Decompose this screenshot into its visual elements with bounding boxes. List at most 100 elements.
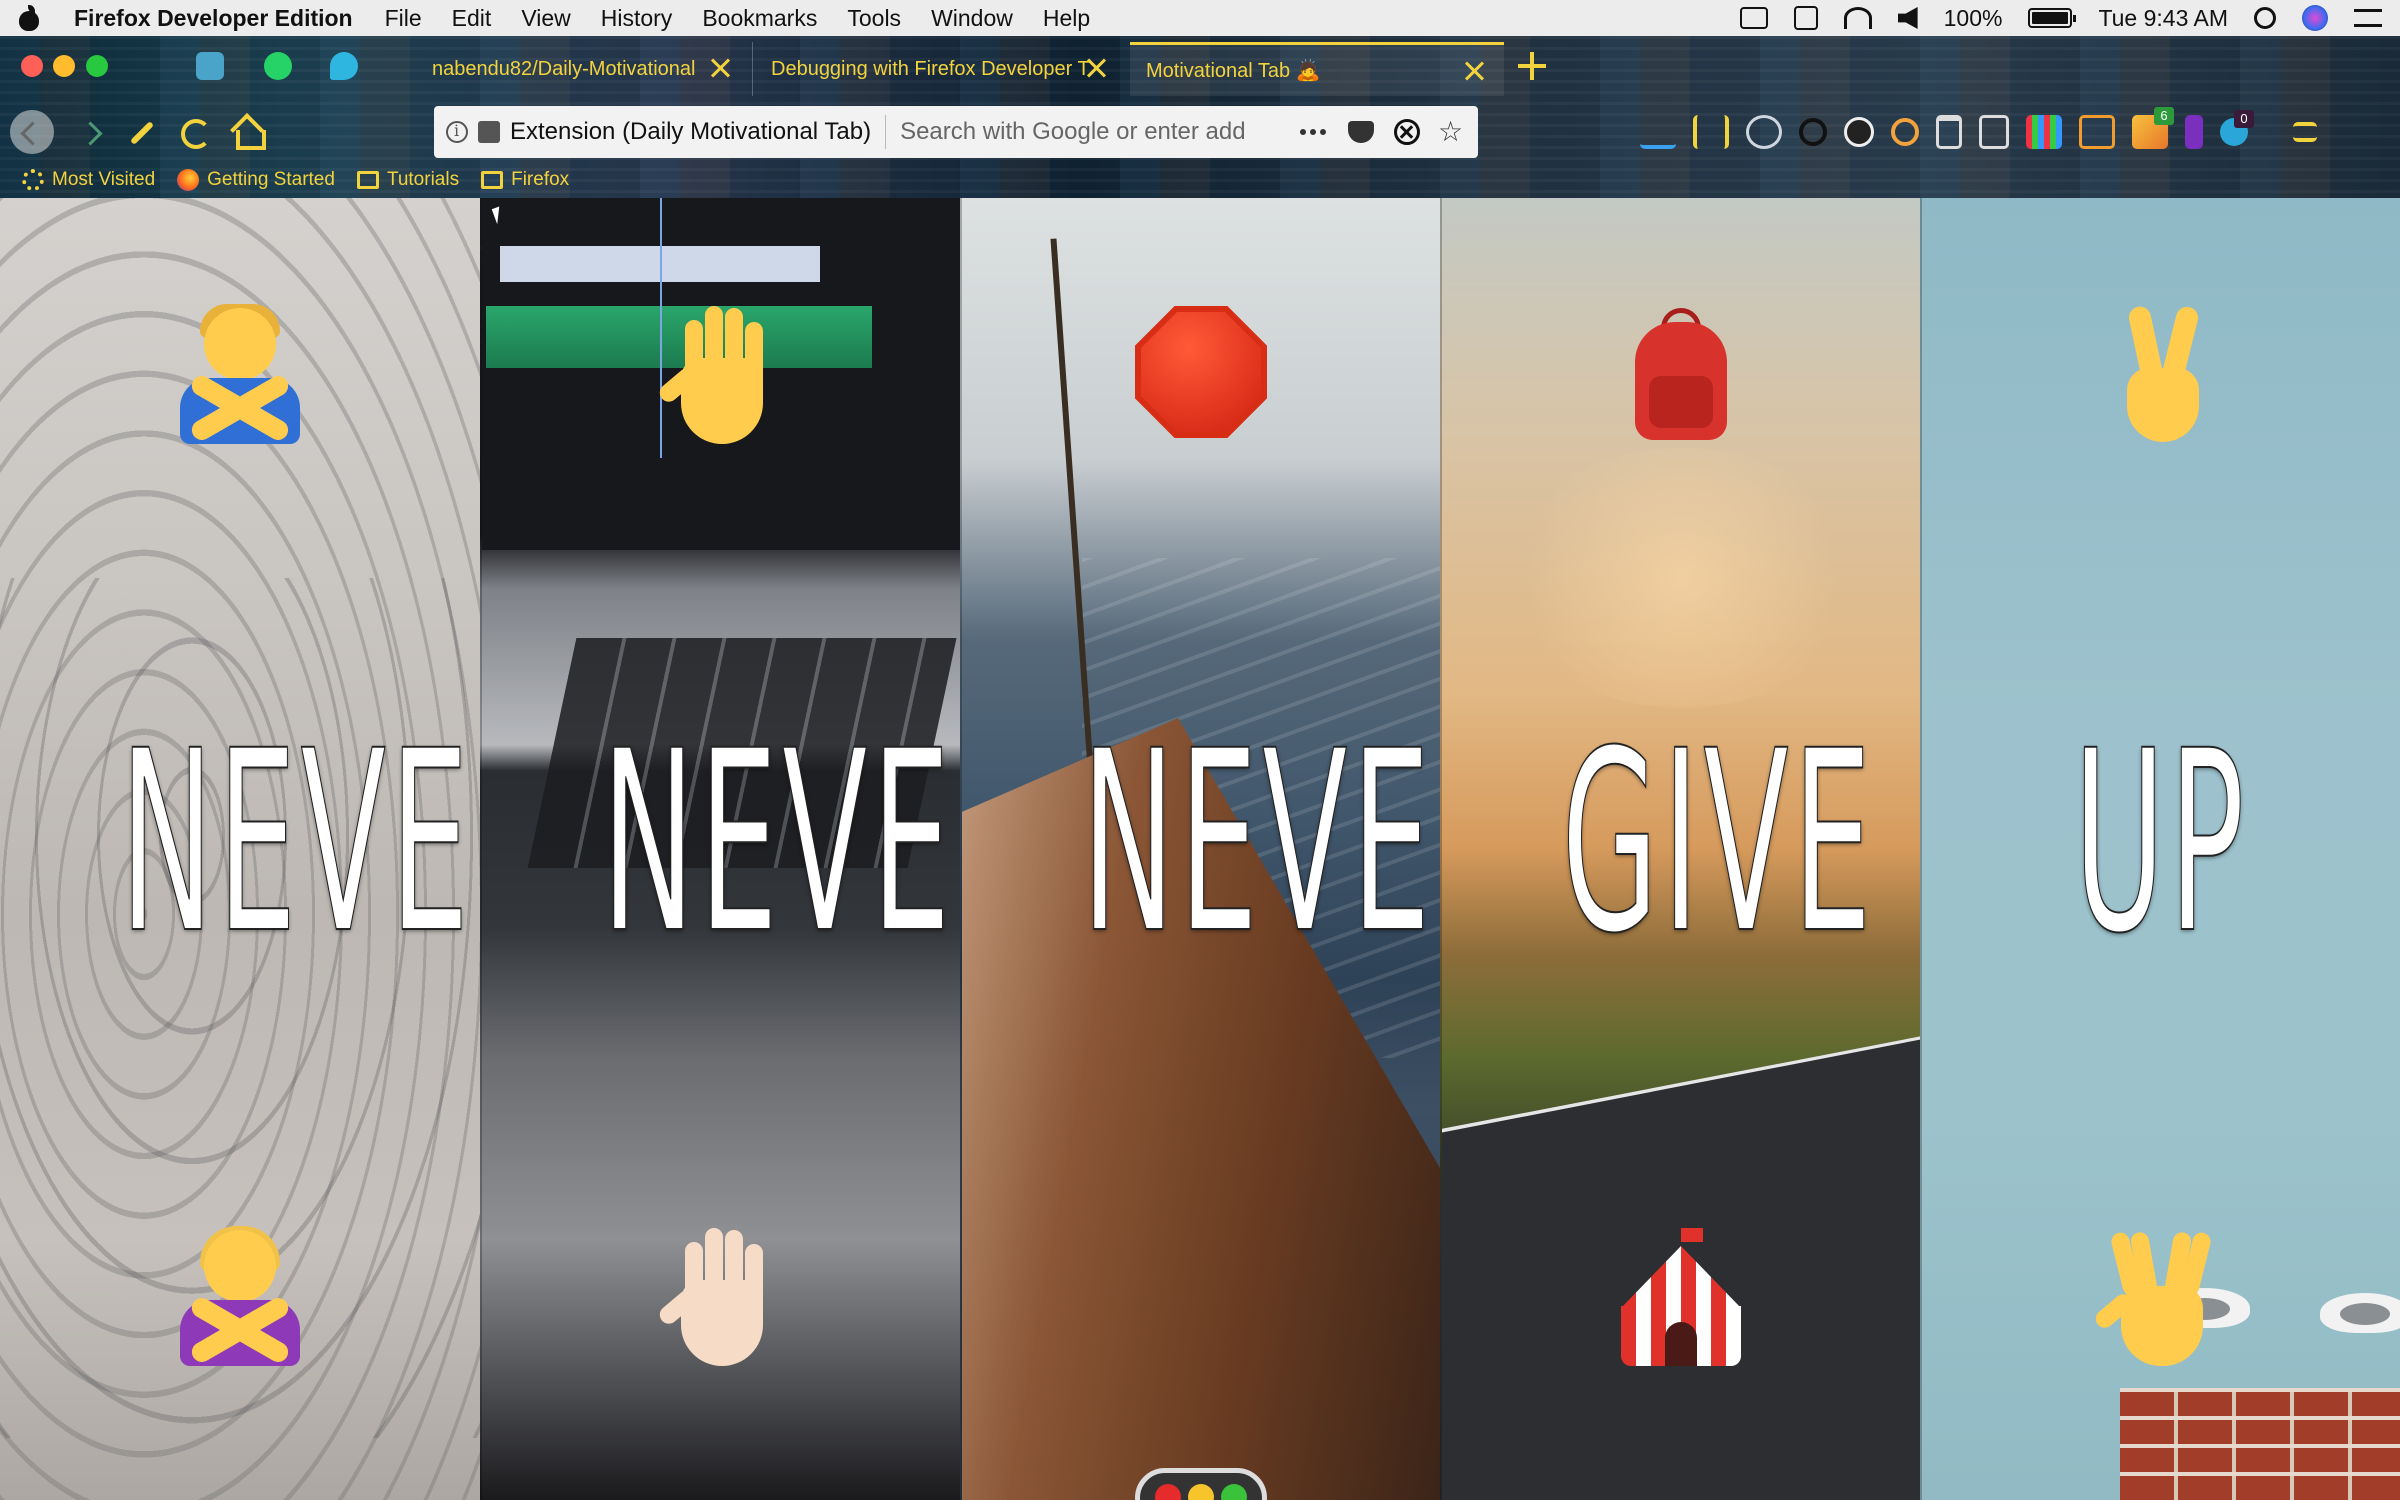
circus-tent-emoji-icon [1611,1228,1751,1368]
menu-window[interactable]: Window [931,5,1013,32]
menu-history[interactable]: History [601,5,673,32]
menu-help[interactable]: Help [1043,5,1090,32]
reload-button[interactable] [172,110,216,154]
pinned-tab-3[interactable] [330,52,358,80]
bookmark-label: Most Visited [52,169,156,190]
tab-strip: nabendu82/Daily-Motivational Debugging w… [0,36,2400,96]
volume-icon[interactable] [1897,7,1918,29]
close-window-button[interactable] [21,55,43,77]
tab-label: Debugging with Firefox Developer T [771,57,1090,80]
motivational-word: GIVE [1561,697,1876,988]
stop-loading-icon[interactable] [1394,119,1420,145]
vulcan-salute-emoji-icon [2091,1228,2231,1368]
navigation-toolbar: Extension (Daily Motivational Tab) Searc… [0,102,2400,162]
forward-button[interactable] [70,110,114,154]
new-tab-button[interactable] [1518,52,1546,80]
motivational-word: NEVER [120,697,481,988]
bookmark-label: Tutorials [386,169,460,190]
notification-center-icon[interactable] [2354,9,2382,27]
raised-hand-light-emoji-icon [651,1228,791,1368]
bookmark-getting-started[interactable]: Getting Started [177,169,335,191]
downloads-icon[interactable] [1640,115,1676,149]
identity-label[interactable]: Extension (Daily Motivational Tab) [510,115,887,149]
folder-icon [356,171,379,189]
siri-icon[interactable] [2302,5,2328,31]
trash-icon[interactable] [1936,115,1962,149]
traffic-light-emoji-icon [1135,1468,1267,1500]
tab-label: Motivational Tab 🙇 [1146,60,1321,82]
panel-sand-beach: NEVER [0,198,480,1500]
page-actions-menu-icon[interactable] [1300,129,1330,135]
pinned-tab-whatsapp-icon[interactable] [264,52,292,80]
hamburger-menu-icon[interactable] [2293,122,2317,142]
library-icon[interactable] [1693,115,1729,149]
minimize-window-button[interactable] [53,55,75,77]
bookmark-tutorials[interactable]: Tutorials [356,169,460,191]
motivational-word: NEVER [601,697,960,988]
toolbar-icons: 6 0 [1640,107,2317,152]
color-grid-icon[interactable] [2026,115,2062,149]
app-name-menu[interactable]: Firefox Developer Edition [74,5,353,32]
motivational-word: UP [2073,697,2249,988]
sticky-notes-icon[interactable]: 6 [2132,107,2174,149]
site-info-icon[interactable] [446,121,468,143]
spotlight-search-icon[interactable] [2254,7,2276,29]
tab-label: nabendu82/Daily-Motivational [432,57,696,80]
bookmark-label: Getting Started [207,169,335,190]
docker-icon[interactable] [1739,7,1768,29]
menu-file[interactable]: File [385,5,422,32]
menu-edit[interactable]: Edit [452,5,492,32]
motivational-word: NEVER [1081,697,1440,988]
browser-chrome: nabendu82/Daily-Motivational Debugging w… [0,36,2400,198]
save-page-icon[interactable] [1979,115,2009,149]
search-icon[interactable] [1799,118,1827,146]
bookmark-most-visited[interactable]: Most Visited [22,169,155,191]
react-devtools-icon[interactable] [1746,115,1782,149]
brick-chimney [2120,1388,2400,1500]
tab-close-icon[interactable] [708,56,732,80]
onenote-icon[interactable] [2185,115,2203,149]
motivational-tab-page: NEVER NEVER [0,198,2400,1500]
bookmark-firefox[interactable]: Firefox [481,169,569,191]
victory-hand-emoji-icon [2091,304,2231,446]
bookmarks-toolbar: Most Visited Getting Started Tutorials F… [0,162,2400,198]
clock[interactable]: Tue 9:43 AM [2098,5,2228,32]
bookmark-star-icon[interactable]: ☆ [1438,118,1466,146]
bookmark-label: Firefox [511,169,570,190]
screen-capture-icon[interactable] [2079,115,2115,149]
menu-view[interactable]: View [521,5,570,32]
tab-github-repo[interactable]: nabendu82/Daily-Motivational [410,42,750,96]
tab-close-icon[interactable] [1462,59,1486,83]
extension-puzzle-icon [478,121,500,143]
url-bar[interactable]: Extension (Daily Motivational Tab) Searc… [434,106,1478,158]
zoom-icon[interactable] [1891,118,1919,146]
person-gesturing-no-man-emoji-icon [170,304,310,446]
notification-badge: 6 [2154,107,2174,125]
pinned-tab-1[interactable] [196,52,224,80]
wifi-icon[interactable] [1843,7,1872,29]
extension-icon[interactable]: 0 [2220,110,2254,146]
person-gesturing-no-woman-emoji-icon [170,1226,310,1368]
panel-sunset-road: GIVE [1440,198,1920,1500]
tab-close-icon[interactable] [1084,56,1108,80]
s-app-icon[interactable] [1793,6,1818,30]
notification-badge: 0 [2234,110,2254,128]
menu-tools[interactable]: Tools [847,5,901,32]
menu-bookmarks[interactable]: Bookmarks [702,5,817,32]
pocket-icon[interactable] [1348,121,1374,143]
firefox-icon [177,169,200,191]
backpack-emoji-icon [1611,306,1751,446]
back-button[interactable] [10,110,54,154]
apple-menu-icon[interactable] [18,5,40,31]
url-input[interactable]: Search with Google or enter add [900,118,1300,146]
menu-bar-status-area: 100% Tue 9:43 AM [1739,5,2382,32]
gear-icon [22,169,44,191]
tab-motivational-active[interactable]: Motivational Tab 🙇 [1130,42,1504,96]
home-button[interactable] [226,110,270,154]
zoom-window-button[interactable] [86,55,108,77]
battery-icon[interactable] [2028,8,2077,28]
developer-tools-wrench-icon[interactable] [120,110,164,154]
panel-sky-seagulls: UP [1920,198,2400,1500]
tab-debugging[interactable]: Debugging with Firefox Developer T [752,42,1126,96]
github-icon[interactable] [1844,117,1874,147]
